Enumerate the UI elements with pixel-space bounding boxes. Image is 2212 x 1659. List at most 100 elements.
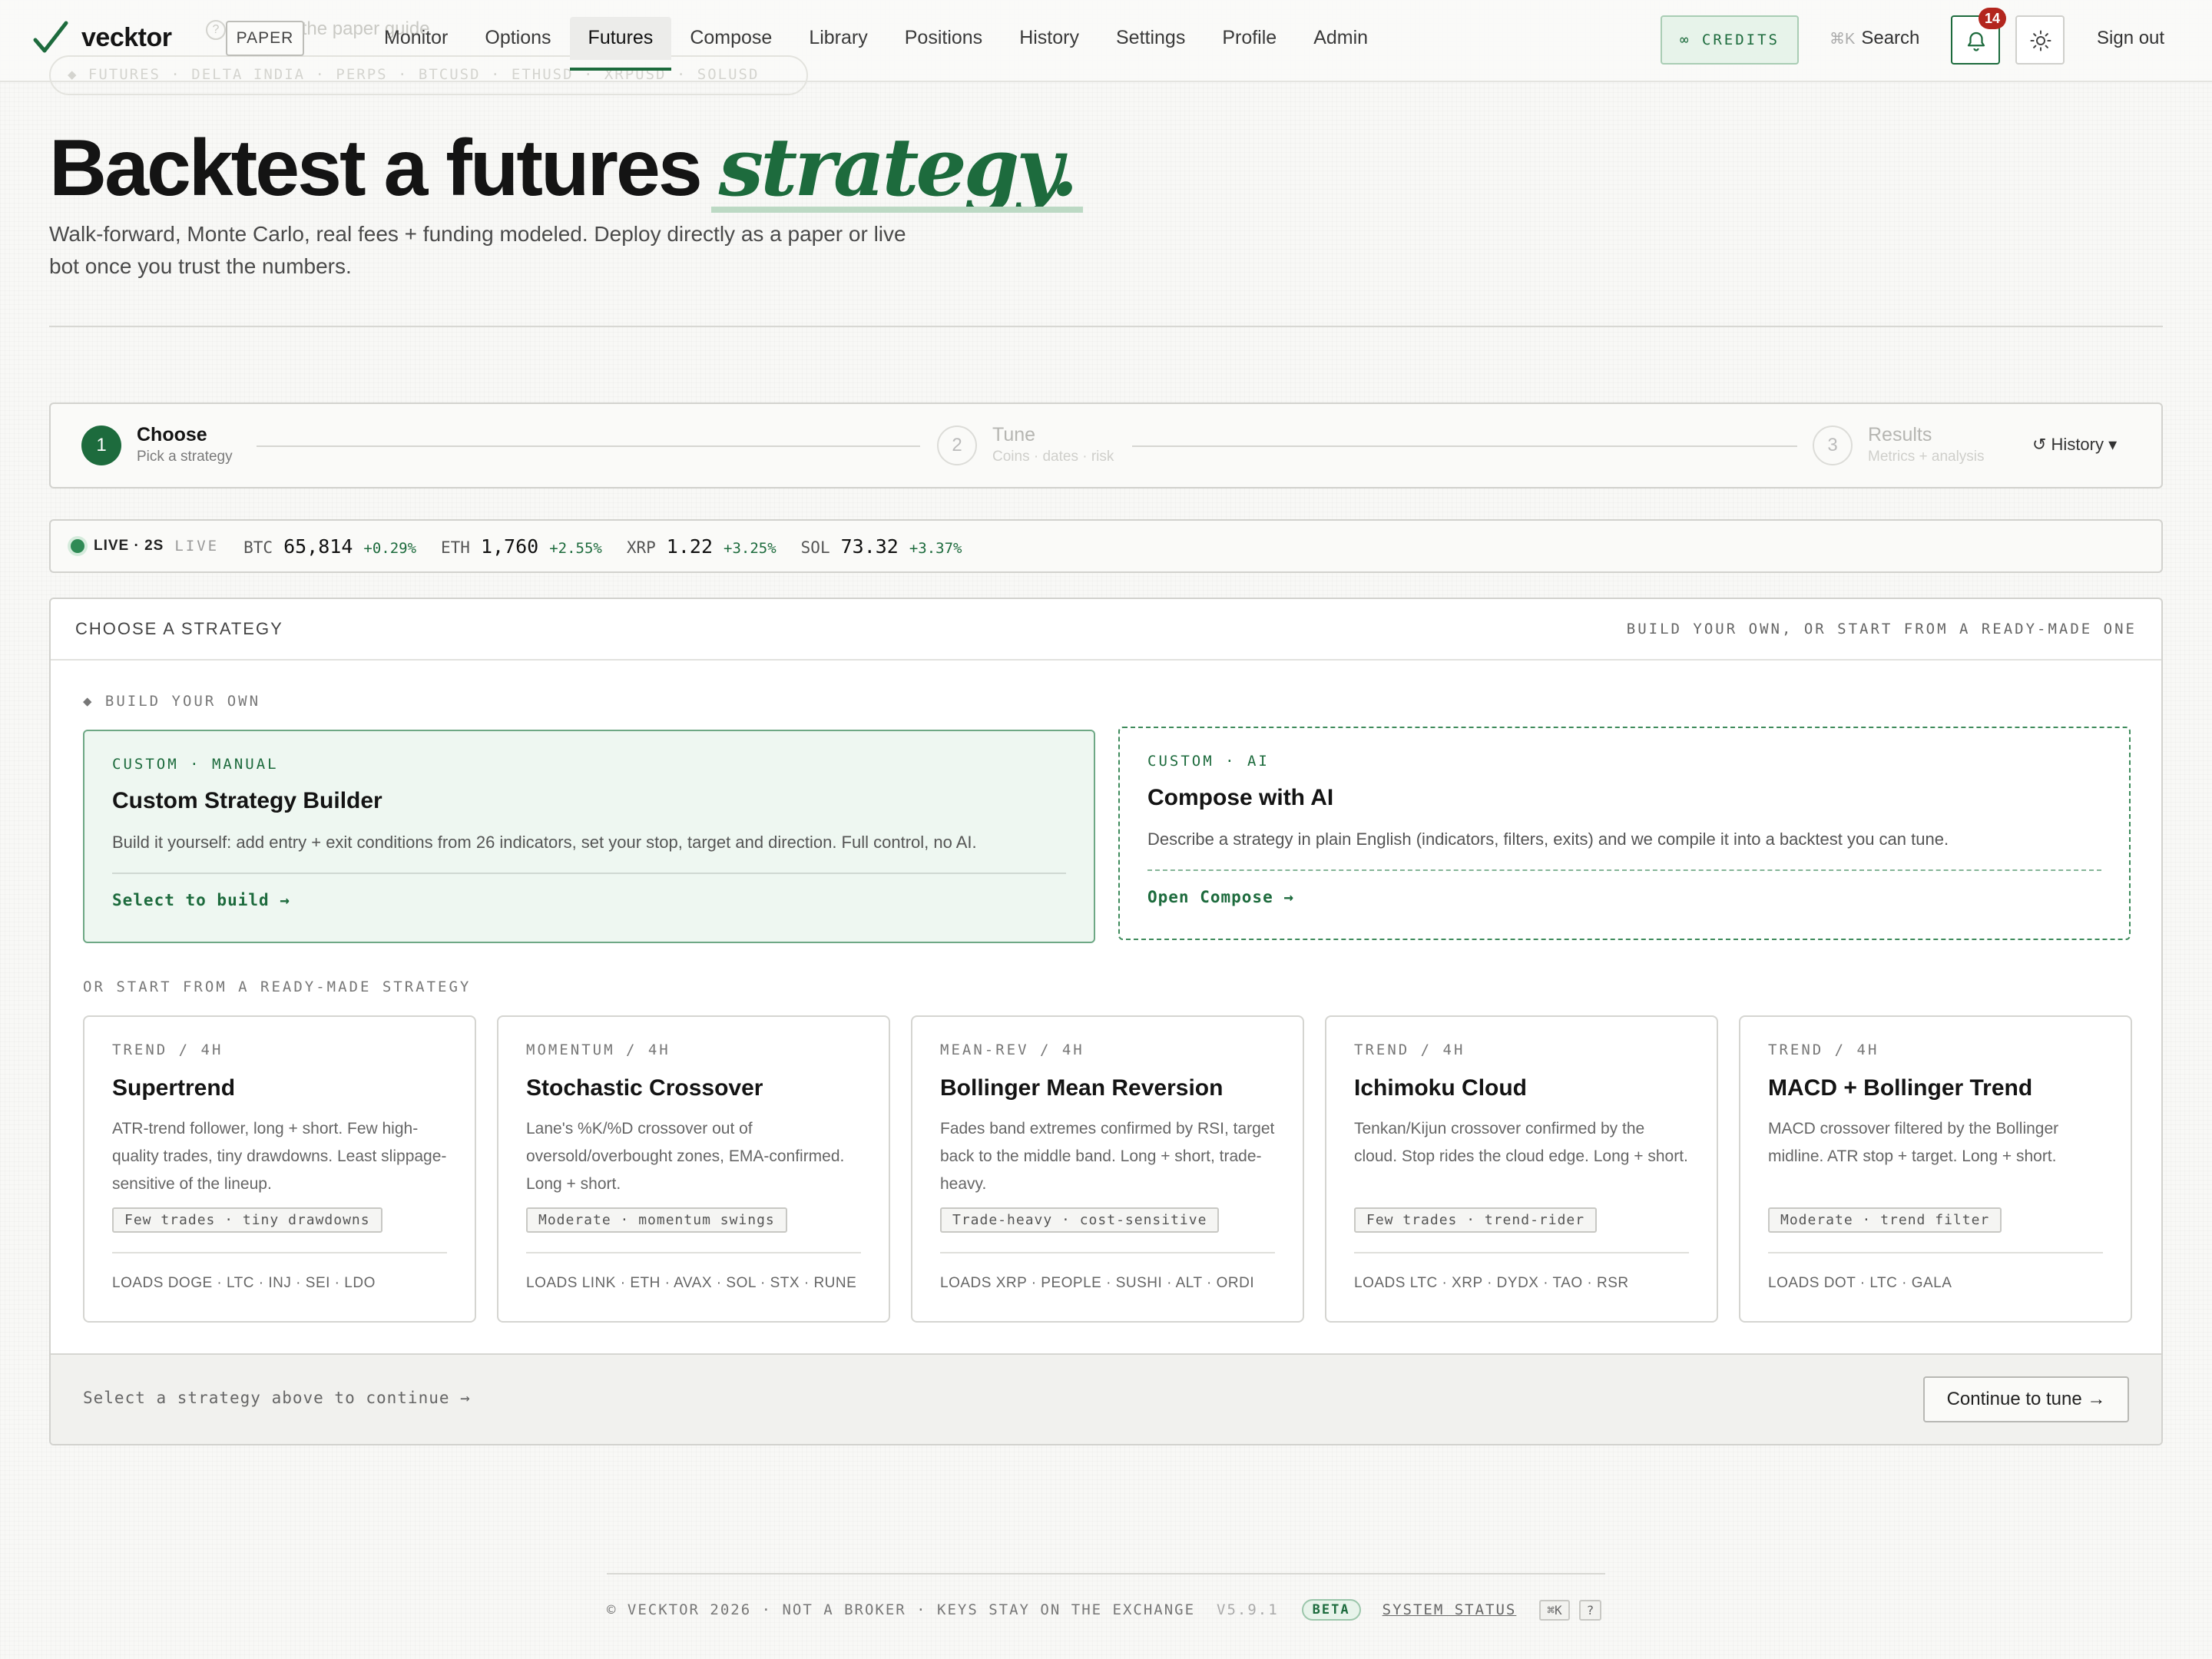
wizard-stepper: 1 Choose Pick a strategy 2 Tune Coins · …: [49, 402, 2163, 488]
sun-icon: [2030, 30, 2051, 51]
ticker-change: +2.55%: [549, 539, 602, 557]
ticker-sol: SOL 73.32 +3.37%: [801, 535, 962, 558]
ticker-symbol: XRP: [626, 538, 656, 557]
nav-settings[interactable]: Settings: [1098, 17, 1204, 60]
hero-divider: [49, 326, 2163, 327]
custom-manual-card[interactable]: CUSTOM · MANUAL Custom Strategy Builder …: [83, 730, 1095, 943]
card-tag: CUSTOM · MANUAL: [112, 756, 279, 773]
ticker-change: +3.25%: [724, 539, 777, 557]
card-description: Build it yourself: add entry + exit cond…: [112, 833, 1066, 874]
bell-icon: [1967, 31, 1985, 51]
top-nav: ? re? See the paper guide ◆ FUTURES · DEL…: [0, 0, 2212, 95]
nav-options[interactable]: Options: [466, 17, 569, 60]
strategy-card-stochastic[interactable]: MOMENTUM / 4H Stochastic Crossover Lane'…: [497, 1015, 890, 1323]
nav-compose[interactable]: Compose: [671, 17, 790, 60]
step-2-sub: Coins · dates · risk: [992, 449, 1114, 465]
strategy-card-bollinger-mean-reversion[interactable]: MEAN-REV / 4H Bollinger Mean Reversion F…: [911, 1015, 1304, 1323]
live-price-bar: LIVE · 2S LIVE BTC 65,814 +0.29% ETH 1,7…: [49, 519, 2163, 573]
open-compose-link[interactable]: Open Compose →: [1147, 888, 2101, 906]
panel-subtitle: BUILD YOUR OWN, OR START FROM A READY-MA…: [1626, 621, 2137, 637]
command-palette-key[interactable]: ⌘K: [1539, 1599, 1570, 1621]
strategy-title: Supertrend: [112, 1075, 236, 1101]
step-1-title: Choose: [137, 424, 207, 445]
strategy-profile-pill: Moderate · momentum swings: [526, 1207, 787, 1233]
footer-version: V5.9.1: [1217, 1601, 1279, 1618]
select-to-build-link[interactable]: Select to build →: [112, 891, 1066, 909]
paper-mode-badge[interactable]: PAPER: [226, 21, 304, 56]
custom-ai-card[interactable]: CUSTOM · AI Compose with AI Describe a s…: [1118, 727, 2131, 940]
search-button[interactable]: ⌘K Search: [1830, 28, 1919, 49]
page-title: Backtest a futures strategy.: [49, 120, 1083, 214]
panel-footer: Select a strategy above to continue → Co…: [51, 1353, 2161, 1444]
strategy-tag: TREND / 4H: [1354, 1041, 1465, 1058]
step-connector: [257, 445, 920, 447]
live-interval-label: LIVE · 2S: [94, 538, 164, 554]
step-1-number[interactable]: 1: [81, 426, 121, 465]
strategy-tag: TREND / 4H: [1768, 1041, 1879, 1058]
nav-monitor[interactable]: Monitor: [366, 17, 466, 60]
strategy-title: MACD + Bollinger Trend: [1768, 1075, 2033, 1101]
step-3-title: Results: [1868, 424, 1932, 445]
ticker-change: +0.29%: [363, 539, 417, 557]
beta-badge: BETA: [1301, 1599, 1361, 1621]
credits-button[interactable]: ∞ CREDITS: [1661, 15, 1799, 65]
ticker-price: 65,814: [283, 535, 353, 558]
system-status-link[interactable]: SYSTEM STATUS: [1382, 1601, 1517, 1618]
page-title-main: Backtest a futures: [49, 124, 703, 213]
strategy-profile-pill: Few trades · tiny drawdowns: [112, 1207, 382, 1233]
logo-text: vecktor: [81, 22, 172, 52]
step-1-sub: Pick a strategy: [137, 449, 233, 465]
strategy-loads: LOADS XRP · PEOPLE · SUSHI · ALT · ORDI: [940, 1252, 1275, 1292]
strategy-description: Lane's %K/%D crossover out of oversold/o…: [526, 1120, 845, 1193]
ticker-change: +3.37%: [909, 539, 962, 557]
ticker-symbol: ETH: [441, 538, 470, 557]
nav-admin[interactable]: Admin: [1295, 17, 1386, 60]
nav-profile[interactable]: Profile: [1204, 17, 1295, 60]
question-icon: ?: [206, 20, 226, 40]
notification-count-badge: 14: [1979, 8, 2006, 29]
ticker-price: 73.32: [840, 535, 899, 558]
panel-header: CHOOSE A STRATEGY BUILD YOUR OWN, OR STA…: [51, 599, 2161, 661]
strategy-description: Fades band extremes confirmed by RSI, ta…: [940, 1120, 1275, 1193]
strategy-panel: CHOOSE A STRATEGY BUILD YOUR OWN, OR STA…: [49, 598, 2163, 1445]
nav-history[interactable]: History: [1001, 17, 1098, 60]
logo[interactable]: vecktor: [32, 20, 172, 55]
strategy-card-ichimoku[interactable]: TREND / 4H Ichimoku Cloud Tenkan/Kijun c…: [1325, 1015, 1718, 1323]
strategy-loads: LOADS DOT · LTC · GALA: [1768, 1252, 2103, 1292]
continue-hint: Select a strategy above to continue →: [83, 1389, 471, 1407]
help-key[interactable]: ?: [1578, 1599, 1602, 1621]
step-3-sub: Metrics + analysis: [1868, 449, 1985, 465]
ticker-symbol: SOL: [800, 538, 830, 557]
strategy-profile-pill: Few trades · trend-rider: [1354, 1207, 1598, 1233]
sign-out-link[interactable]: Sign out: [2097, 28, 2164, 49]
strategy-loads: LOADS DOGE · LTC · INJ · SEI · LDO: [112, 1252, 447, 1292]
live-status-dot: [71, 539, 84, 553]
card-tag: CUSTOM · AI: [1147, 753, 1270, 770]
nav-positions[interactable]: Positions: [886, 17, 1001, 60]
panel-title: CHOOSE A STRATEGY: [75, 619, 283, 638]
ready-made-label: OR START FROM A READY-MADE STRATEGY: [83, 979, 472, 995]
card-title: Custom Strategy Builder: [112, 788, 382, 813]
continue-to-tune-button[interactable]: Continue to tune →: [1923, 1376, 2129, 1422]
strategy-description: ATR-trend follower, long + short. Few hi…: [112, 1120, 447, 1193]
strategy-description: MACD crossover filtered by the Bollinger…: [1768, 1120, 2059, 1165]
strategy-title: Stochastic Crossover: [526, 1075, 763, 1101]
search-shortcut: ⌘K: [1830, 31, 1856, 48]
theme-toggle-button[interactable]: [2015, 15, 2065, 65]
strategy-title: Ichimoku Cloud: [1354, 1075, 1527, 1101]
strategy-card-macd-bollinger[interactable]: TREND / 4H MACD + Bollinger Trend MACD c…: [1739, 1015, 2132, 1323]
strategy-tag: MOMENTUM / 4H: [526, 1041, 671, 1058]
strategy-profile-pill: Moderate · trend filter: [1768, 1207, 2002, 1233]
footer-copyright: © VECKTOR 2026 · NOT A BROKER · KEYS STA…: [607, 1601, 1196, 1618]
nav-futures[interactable]: Futures: [569, 17, 672, 71]
strategy-card-supertrend[interactable]: TREND / 4H Supertrend ATR-trend follower…: [83, 1015, 476, 1323]
ghost-ticker-strip: ◆ FUTURES · DELTA INDIA · PERPS · BTCUSD…: [49, 55, 808, 95]
strategy-title: Bollinger Mean Reversion: [940, 1075, 1224, 1101]
logo-check-icon: [33, 21, 68, 53]
history-dropdown[interactable]: ↺ History ▾: [2032, 435, 2117, 455]
step-3-number[interactable]: 3: [1813, 426, 1853, 465]
nav-library[interactable]: Library: [790, 17, 886, 60]
step-2-number[interactable]: 2: [937, 426, 977, 465]
ticker-symbol: BTC: [243, 538, 273, 557]
nav-links: Monitor Options Futures Compose Library …: [366, 17, 1386, 71]
